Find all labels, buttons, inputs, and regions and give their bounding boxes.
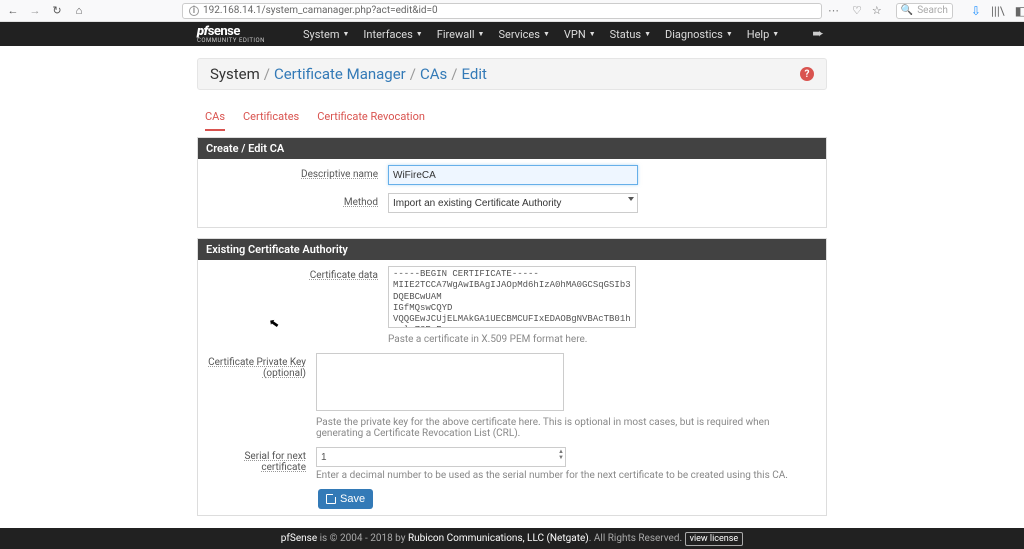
help-serial: Enter a decimal number to be used as the…	[316, 470, 816, 481]
footer: pfSense is © 2004 - 2018 by Rubicon Comm…	[0, 528, 1024, 549]
nav-help[interactable]: Help▼	[747, 28, 779, 41]
back-icon[interactable]: ←	[6, 4, 20, 18]
help-icon[interactable]: ?	[800, 67, 814, 81]
input-serial[interactable]	[316, 447, 566, 467]
caret-down-icon: ▼	[772, 30, 779, 38]
caret-down-icon: ▼	[416, 30, 423, 38]
caret-down-icon: ▼	[543, 30, 550, 38]
nav-firewall[interactable]: Firewall▼	[437, 28, 485, 41]
textarea-private-key[interactable]	[316, 353, 564, 411]
pocket-icon[interactable]: ♡	[852, 4, 862, 17]
nav-services[interactable]: Services▼	[498, 28, 549, 41]
site-info-icon[interactable]: i	[189, 6, 199, 16]
pfsense-logo[interactable]: pfsense COMMUNITY EDITION	[197, 25, 265, 44]
tabs: CAs Certificates Certificate Revocation	[205, 110, 827, 131]
tab-cas[interactable]: CAs	[205, 110, 225, 131]
breadcrumb: System / Certificate Manager / CAs / Edi…	[197, 58, 827, 90]
browser-toolbar: ← → ↻ ⌂ i 192.168.14.1/system_camanager.…	[0, 0, 1024, 22]
label-descriptive-name: Descriptive name	[208, 165, 388, 180]
footer-company[interactable]: Rubicon Communications, LLC (Netgate)	[408, 533, 589, 544]
nav-items: System▼ Interfaces▼ Firewall▼ Services▼ …	[303, 28, 779, 41]
bc-edit[interactable]: Edit	[461, 65, 486, 83]
caret-down-icon: ▼	[726, 30, 733, 38]
page-actions-icon[interactable]: ⋯	[828, 4, 840, 17]
main-navbar: pfsense COMMUNITY EDITION System▼ Interf…	[0, 22, 1024, 46]
label-method: Method	[208, 193, 388, 208]
input-descriptive-name[interactable]	[388, 165, 638, 185]
url-bar[interactable]: i 192.168.14.1/system_camanager.php?act=…	[182, 3, 822, 19]
url-text: 192.168.14.1/system_camanager.php?act=ed…	[203, 5, 438, 16]
label-serial: Serial for next certificate	[208, 447, 316, 473]
bookmark-star-icon[interactable]: ☆	[872, 4, 882, 17]
help-cert-data: Paste a certificate in X.509 PEM format …	[388, 334, 816, 345]
save-label: Save	[340, 493, 365, 505]
save-button[interactable]: Save	[318, 489, 373, 509]
nav-vpn[interactable]: VPN▼	[564, 28, 596, 41]
save-floppy-icon	[326, 494, 336, 504]
search-placeholder: Search	[917, 5, 948, 16]
number-spinner-icon[interactable]: ▲▼	[558, 449, 564, 461]
select-method[interactable]	[388, 193, 638, 213]
search-icon: 🔍	[901, 5, 913, 16]
sidebar-toggle-icon[interactable]: ◧	[1015, 4, 1024, 18]
label-private-key: Certificate Private Key (optional)	[208, 353, 316, 379]
caret-down-icon: ▼	[478, 30, 485, 38]
caret-down-icon: ▼	[644, 30, 651, 38]
bc-system: System	[210, 65, 260, 83]
downloads-icon[interactable]: ⇩	[971, 4, 981, 18]
search-bar[interactable]: 🔍 Search	[896, 3, 953, 19]
panel-existing-ca: Existing Certificate Authority Certifica…	[197, 238, 827, 516]
bc-cas[interactable]: CAs	[420, 65, 447, 83]
footer-brand[interactable]: pfSense	[281, 533, 317, 544]
panel2-heading: Existing Certificate Authority	[198, 239, 826, 260]
nav-status[interactable]: Status▼	[610, 28, 651, 41]
nav-diagnostics[interactable]: Diagnostics▼	[665, 28, 733, 41]
label-cert-data: Certificate data	[208, 266, 388, 281]
logo-subtitle: COMMUNITY EDITION	[197, 38, 265, 44]
library-icon[interactable]: |||\	[991, 4, 1005, 18]
panel1-heading: Create / Edit CA	[198, 138, 826, 159]
logout-icon[interactable]: ➨	[812, 26, 824, 42]
caret-down-icon: ▼	[589, 30, 596, 38]
help-private-key: Paste the private key for the above cert…	[316, 417, 816, 439]
tab-certificates[interactable]: Certificates	[243, 110, 299, 131]
caret-down-icon: ▼	[342, 30, 349, 38]
nav-system[interactable]: System▼	[303, 28, 349, 41]
tab-revocation[interactable]: Certificate Revocation	[317, 110, 425, 131]
nav-interfaces[interactable]: Interfaces▼	[363, 28, 422, 41]
forward-icon: →	[28, 4, 42, 18]
reload-icon[interactable]: ↻	[50, 4, 64, 18]
panel-create-edit-ca: Create / Edit CA Descriptive name Method	[197, 137, 827, 228]
home-icon[interactable]: ⌂	[72, 4, 86, 18]
view-license-button[interactable]: view license	[685, 532, 744, 546]
textarea-cert-data[interactable]	[388, 266, 636, 328]
bc-cert-manager[interactable]: Certificate Manager	[274, 65, 406, 83]
